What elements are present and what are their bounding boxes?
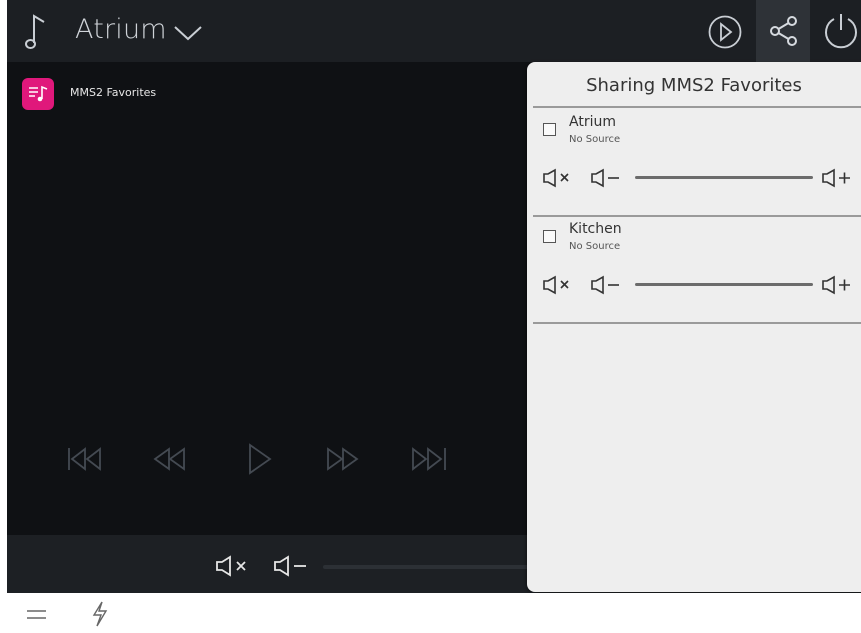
music-source-icon [29,85,48,102]
volume-down-icon[interactable] [590,275,626,295]
zone-volume-slider[interactable] [635,283,813,286]
divider [533,322,861,324]
volume-slider[interactable] [323,565,543,569]
play-icon[interactable] [247,442,273,476]
zone-name: Atrium [75,14,167,45]
share-button[interactable] [756,0,810,62]
share-icon [770,16,797,46]
zone-volume-slider[interactable] [635,176,813,179]
zone-row-name: Atrium [569,114,616,130]
volume-up-icon[interactable] [821,275,857,295]
top-bar: Atrium [7,0,861,62]
zone-row-status: No Source [569,134,621,145]
zone-row: Kitchen No Source [527,217,861,323]
mute-icon[interactable] [215,555,253,577]
volume-down-icon[interactable] [273,555,313,577]
mute-icon[interactable] [542,168,578,188]
zone-checkbox[interactable] [543,123,556,136]
chevron-down-icon [174,26,202,41]
zone-row-status: No Source [569,241,621,252]
app-window: Atrium MMS2 Favorites Sharing MMS2 Favor… [0,0,861,633]
lightning-icon[interactable] [91,601,109,627]
mute-icon[interactable] [542,275,578,295]
sharing-panel: Sharing MMS2 Favorites Atrium No Source [527,62,861,592]
play-circle-icon[interactable] [707,14,743,50]
music-note-icon [25,14,45,49]
zone-row-name: Kitchen [569,221,622,237]
source-label: MMS2 Favorites [70,86,157,99]
skip-next-icon[interactable] [409,446,447,472]
zone-selector[interactable]: Atrium [67,8,217,54]
zone-row: Atrium No Source [527,108,861,214]
panel-title: Sharing MMS2 Favorites [586,75,802,96]
fast-forward-icon[interactable] [325,446,361,472]
zone-checkbox[interactable] [543,230,556,243]
volume-down-icon[interactable] [590,168,626,188]
power-icon[interactable] [822,12,860,50]
menu-icon[interactable] [26,609,48,621]
skip-previous-icon[interactable] [67,446,105,472]
rewind-icon[interactable] [152,446,188,472]
volume-up-icon[interactable] [821,168,857,188]
footer-bar [0,593,861,633]
source-tile[interactable] [22,78,54,110]
